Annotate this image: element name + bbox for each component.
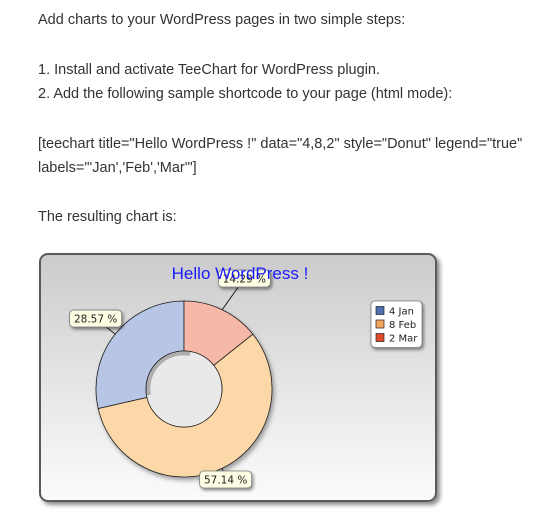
data-label-jan: 28.57 %: [69, 309, 123, 328]
legend-swatch-mar: [375, 333, 385, 342]
donut-chart: 28.57 %57.14 %14.29 % 4 Jan8 Feb2 Mar He…: [69, 264, 423, 489]
result-label: The resulting chart is:: [38, 209, 177, 225]
legend-entry-jan: 4 Jan: [389, 307, 414, 318]
shortcode-line-1: [teechart title="Hello WordPress !" data…: [38, 136, 523, 152]
legend-swatch-jan: [375, 306, 385, 315]
shortcode-line-2: labels="'Jan','Feb','Mar'"]: [38, 160, 197, 176]
step-2-text: 2. Add the following sample shortcode to…: [38, 86, 453, 102]
legend-entry-feb: 8 Feb: [389, 320, 416, 331]
chart-panel: 28.57 % 57.14 % 14.29 % 4 Jan 8 Feb 2 Mar He…: [39, 253, 437, 502]
step-1-text: 1. Install and activate TeeChart for Wor…: [38, 62, 381, 78]
chart-legend: 4 Jan 8 Feb 2 Mar: [370, 300, 423, 348]
data-label-text: 57.14 %: [204, 474, 247, 486]
legend-swatch-feb: [375, 319, 385, 329]
intro-text: Add charts to your WordPress pages in tw…: [38, 12, 406, 28]
legend-entry-mar: 2 Mar: [389, 334, 418, 345]
data-label-feb: 57.14 %: [199, 470, 253, 489]
data-label-text: 28.57 %: [74, 314, 117, 326]
chart-title: Hello WordPress !: [172, 264, 309, 283]
